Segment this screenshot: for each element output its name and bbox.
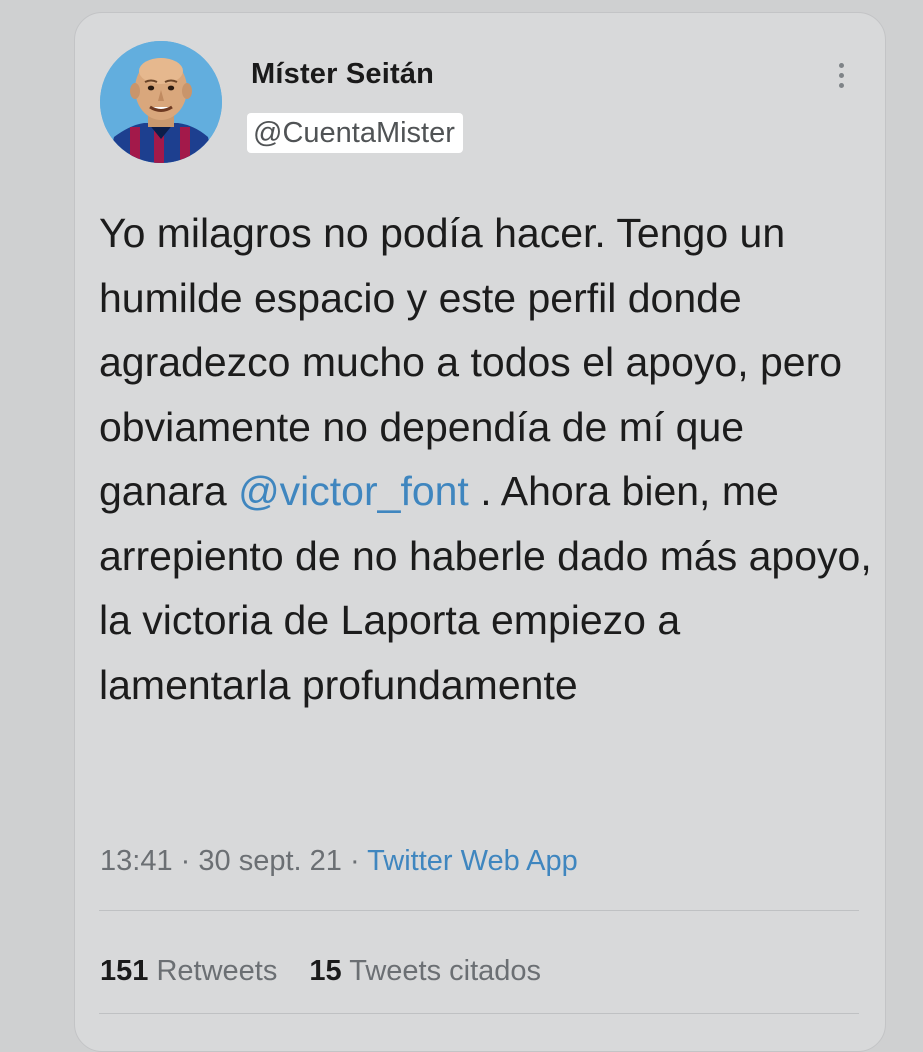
avatar-image <box>100 41 222 163</box>
avatar[interactable] <box>100 41 222 163</box>
quote-tweets-label: Tweets citados <box>349 955 542 987</box>
more-dot <box>838 83 844 88</box>
mention-link[interactable]: @victor_font <box>238 468 469 514</box>
display-name[interactable]: Míster Seitán <box>251 58 434 91</box>
tweet-time[interactable]: 13:41 <box>100 845 173 877</box>
engagement-stats: 151 Retweets 15 Tweets citados <box>100 955 565 988</box>
retweets-label: Retweets <box>156 955 278 987</box>
more-dot <box>838 63 844 68</box>
separator: · <box>180 845 191 877</box>
more-dot <box>838 73 844 78</box>
separator: · <box>349 845 360 877</box>
tweet-text: Yo milagros no podía hacer. Tengo un hum… <box>99 201 879 717</box>
user-handle[interactable]: @CuentaMister <box>247 113 463 153</box>
retweets-stat[interactable]: 151 Retweets <box>100 955 277 987</box>
retweets-count: 151 <box>100 955 149 987</box>
tweet-date[interactable]: 30 sept. 21 <box>198 845 342 877</box>
tweet-source-link[interactable]: Twitter Web App <box>367 845 578 877</box>
divider <box>99 910 859 911</box>
tweet-card: Míster Seitán @CuentaMister Yo milagros … <box>74 12 886 1052</box>
more-vertical-icon[interactable] <box>831 63 851 97</box>
quote-tweets-stat[interactable]: 15 Tweets citados <box>309 955 541 987</box>
tweet-metadata: 13:41 · 30 sept. 21 · Twitter Web App <box>100 845 578 878</box>
quote-tweets-count: 15 <box>309 955 342 987</box>
divider <box>99 1013 859 1014</box>
